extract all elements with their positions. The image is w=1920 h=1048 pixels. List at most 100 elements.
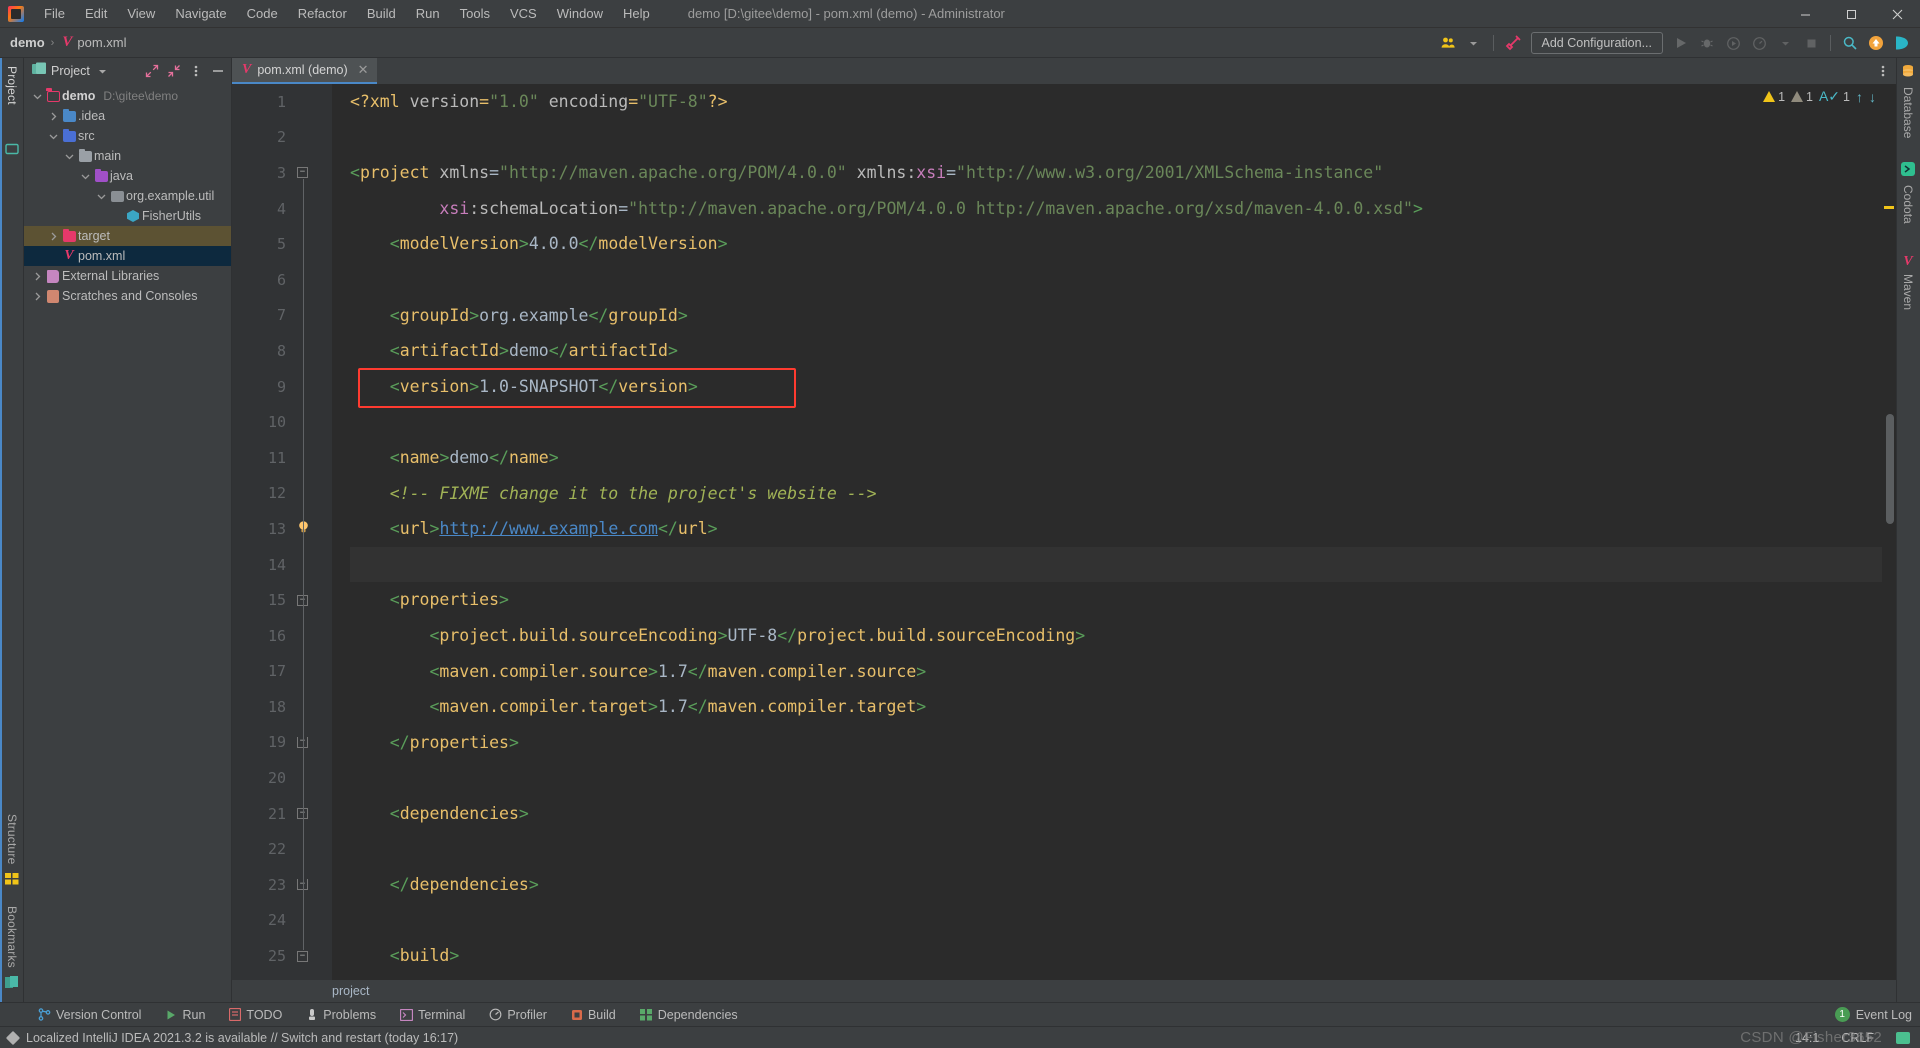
close-button[interactable] <box>1874 0 1920 28</box>
maximize-button[interactable] <box>1828 0 1874 28</box>
tree-node-pom-xml[interactable]: Vpom.xml <box>24 246 231 266</box>
tree-node-src[interactable]: src <box>24 126 231 146</box>
code-line[interactable] <box>350 903 1882 939</box>
typo-badge[interactable]: A✓ 1 <box>1819 88 1850 105</box>
code-line[interactable]: <!-- FIXME change it to the project's we… <box>350 476 1882 512</box>
gutter-line[interactable]: 9 <box>232 369 332 405</box>
editor-scrollbar-markers[interactable] <box>1882 84 1896 980</box>
tool-window-terminal[interactable]: Terminal <box>388 1008 477 1022</box>
code-line[interactable]: xsi:schemaLocation="http://maven.apache.… <box>350 191 1882 227</box>
gutter-line[interactable]: 8 <box>232 333 332 369</box>
gutter-line[interactable]: 20 <box>232 760 332 796</box>
rail-item-maven[interactable]: V Maven <box>1896 254 1920 314</box>
gutter-line[interactable]: 2 <box>232 120 332 156</box>
code-line[interactable]: <url>http://www.example.com</url> <box>350 511 1882 547</box>
code-line[interactable]: <properties> <box>350 582 1882 618</box>
gutter-line[interactable]: 1 <box>232 84 332 120</box>
editor-tab-pom-xml[interactable]: V pom.xml (demo) ✕ <box>232 58 377 84</box>
code-line[interactable]: </dependencies> <box>350 867 1882 903</box>
chevron-down-icon[interactable] <box>94 192 108 201</box>
tree-node--idea[interactable]: .idea <box>24 106 231 126</box>
menu-item-file[interactable]: File <box>34 2 75 25</box>
gutter-line[interactable]: 24 <box>232 903 332 939</box>
tool-window-run[interactable]: Run <box>153 1008 217 1022</box>
gutter-line[interactable]: 6 <box>232 262 332 298</box>
breadcrumb-file[interactable]: pom.xml <box>77 35 126 50</box>
chevron-down-icon[interactable] <box>46 132 60 141</box>
gutter-line[interactable]: 10 <box>232 404 332 440</box>
menu-item-help[interactable]: Help <box>613 2 660 25</box>
menu-item-vcs[interactable]: VCS <box>500 2 547 25</box>
chevron-down-icon[interactable] <box>78 172 92 181</box>
people-icon[interactable] <box>1436 31 1460 55</box>
tree-node-target[interactable]: target <box>24 226 231 246</box>
code-line[interactable]: <name>demo</name> <box>350 440 1882 476</box>
tool-window-dependencies[interactable]: Dependencies <box>628 1008 750 1022</box>
gutter-line[interactable]: 19− <box>232 725 332 761</box>
code-line[interactable]: <version>1.0-SNAPSHOT</version> <box>350 369 1882 405</box>
gutter-line[interactable]: 7 <box>232 298 332 334</box>
chevron-right-icon[interactable] <box>46 232 60 241</box>
warning-marker[interactable] <box>1884 206 1894 209</box>
rail-item-structure[interactable]: Structure <box>0 810 24 891</box>
rail-item-bookmarks[interactable]: Bookmarks <box>0 902 24 994</box>
gutter-line[interactable]: 15− <box>232 582 332 618</box>
close-icon[interactable]: ✕ <box>358 62 369 78</box>
previous-problem-icon[interactable]: ↑ <box>1856 89 1863 105</box>
fold-start-icon[interactable]: − <box>297 950 308 962</box>
gutter-line[interactable]: 14 <box>232 547 332 583</box>
gutter-line[interactable]: 3− <box>232 155 332 191</box>
code-line[interactable]: <artifactId>demo</artifactId> <box>350 333 1882 369</box>
tool-window-version-control[interactable]: Version Control <box>26 1008 153 1022</box>
collapse-all-icon[interactable] <box>165 62 183 80</box>
tool-window-profiler[interactable]: Profiler <box>477 1008 559 1022</box>
caret-position[interactable]: 14:1 <box>1795 1031 1819 1045</box>
chevron-down-icon[interactable] <box>94 62 112 80</box>
weak-warning-badge[interactable]: 1 <box>1791 90 1813 104</box>
code-line[interactable] <box>350 404 1882 440</box>
code-line[interactable] <box>350 262 1882 298</box>
menu-item-window[interactable]: Window <box>547 2 613 25</box>
code-line[interactable]: <dependencies> <box>350 796 1882 832</box>
tree-node-external-libraries[interactable]: External Libraries <box>24 266 231 286</box>
code-line[interactable]: <project.build.sourceEncoding>UTF-8</pro… <box>350 618 1882 654</box>
fold-start-icon[interactable]: − <box>297 167 308 179</box>
options-menu-icon[interactable] <box>1874 62 1892 80</box>
chevron-right-icon[interactable] <box>30 292 44 301</box>
tree-node-scratches-and-consoles[interactable]: Scratches and Consoles <box>24 286 231 306</box>
code-line[interactable]: </properties> <box>350 725 1882 761</box>
expand-all-icon[interactable] <box>143 62 161 80</box>
gutter-line[interactable]: 25− <box>232 938 332 974</box>
code-line[interactable] <box>350 831 1882 867</box>
code-line[interactable] <box>350 120 1882 156</box>
run-icon[interactable] <box>1669 31 1693 55</box>
code-line[interactable]: <?xml version="1.0" encoding="UTF-8"?> <box>350 84 1882 120</box>
codota-icon[interactable] <box>1890 31 1914 55</box>
code-line[interactable]: <project xmlns="http://maven.apache.org/… <box>350 155 1882 191</box>
tool-window-build[interactable]: Build <box>559 1008 628 1022</box>
memory-indicator[interactable] <box>1896 1031 1910 1044</box>
gutter-line[interactable]: 22 <box>232 831 332 867</box>
chevron-down-icon[interactable] <box>1462 31 1486 55</box>
gutter-line[interactable]: 13 <box>232 511 332 547</box>
warning-badge[interactable]: 1 <box>1763 90 1785 104</box>
breadcrumb-project[interactable]: demo <box>10 35 45 50</box>
menu-item-run[interactable]: Run <box>406 2 450 25</box>
tree-node-fisherutils[interactable]: FisherUtils <box>24 206 231 226</box>
code-line[interactable] <box>350 760 1882 796</box>
stop-icon[interactable] <box>1799 31 1823 55</box>
menu-item-navigate[interactable]: Navigate <box>165 2 236 25</box>
tool-window-problems[interactable]: Problems <box>294 1008 388 1022</box>
add-configuration-button[interactable]: Add Configuration... <box>1530 32 1663 54</box>
tree-node-demo[interactable]: demo D:\gitee\demo <box>24 86 231 106</box>
ide-update-icon[interactable] <box>5 1030 21 1045</box>
rail-item-commit[interactable] <box>0 142 24 161</box>
next-problem-icon[interactable]: ↓ <box>1869 89 1876 105</box>
gutter-line[interactable]: 17 <box>232 654 332 690</box>
code-editor[interactable]: 123−456789101112131415−16171819−2021−222… <box>232 84 1896 980</box>
debug-icon[interactable] <box>1695 31 1719 55</box>
editor-scrollbar-thumb[interactable] <box>1886 414 1894 524</box>
update-icon[interactable] <box>1864 31 1888 55</box>
code-content[interactable]: <?xml version="1.0" encoding="UTF-8"?> <p… <box>332 84 1882 980</box>
menu-item-refactor[interactable]: Refactor <box>288 2 357 25</box>
